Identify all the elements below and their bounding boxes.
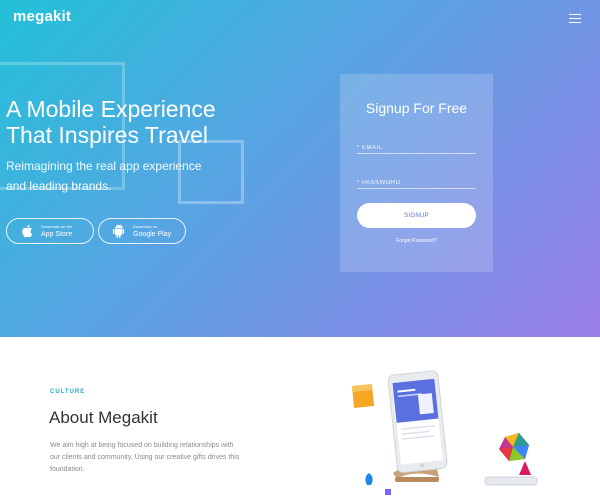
google-play-small-label: Download on [133, 223, 158, 229]
subhead-line: Reimagining the real app experience [6, 159, 202, 173]
signup-card: Signup For Free SIGNUP Forgot Password? [340, 74, 493, 272]
app-store-button[interactable]: Download on the App Store [6, 218, 94, 244]
signup-title: Signup For Free [365, 100, 468, 116]
google-play-button[interactable]: Download on Google Play [98, 218, 186, 244]
password-input[interactable] [357, 174, 476, 192]
app-store-small-label: Download on the [41, 223, 73, 229]
app-store-label: App Store [41, 230, 73, 238]
headline-line: That Inspires Travel [6, 122, 208, 148]
forgot-password-link[interactable]: Forgot Password? [340, 238, 493, 244]
section-eyebrow: CULTURE [50, 389, 86, 395]
about-text-line: our clients and community. Using our cre… [50, 454, 240, 461]
apple-icon [19, 224, 33, 238]
email-field[interactable] [357, 136, 476, 157]
logo[interactable]: megakit [13, 8, 71, 25]
tablet-illustration [345, 365, 545, 500]
password-field[interactable] [357, 171, 476, 192]
google-play-label: Google Play [133, 230, 172, 238]
hamburger-icon[interactable] [569, 14, 581, 24]
email-input[interactable] [357, 139, 476, 157]
about-title: About Megakit [49, 408, 158, 427]
hero-section: megakit A Mobile Experience That Inspire… [0, 0, 600, 337]
about-text: We aim high at being focused on building… [50, 440, 265, 476]
subhead-line: and leading brands. [6, 179, 112, 193]
hero-headline: A Mobile Experience That Inspires Travel [6, 96, 306, 148]
signup-button[interactable]: SIGNUP [357, 203, 476, 228]
hero-subhead: Reimagining the real app experience and … [6, 156, 266, 196]
headline-line: A Mobile Experience [6, 96, 216, 122]
android-icon [111, 224, 125, 238]
about-text-line: We aim high at being focused on building… [50, 442, 234, 449]
about-text-line: foundation. [50, 466, 85, 473]
